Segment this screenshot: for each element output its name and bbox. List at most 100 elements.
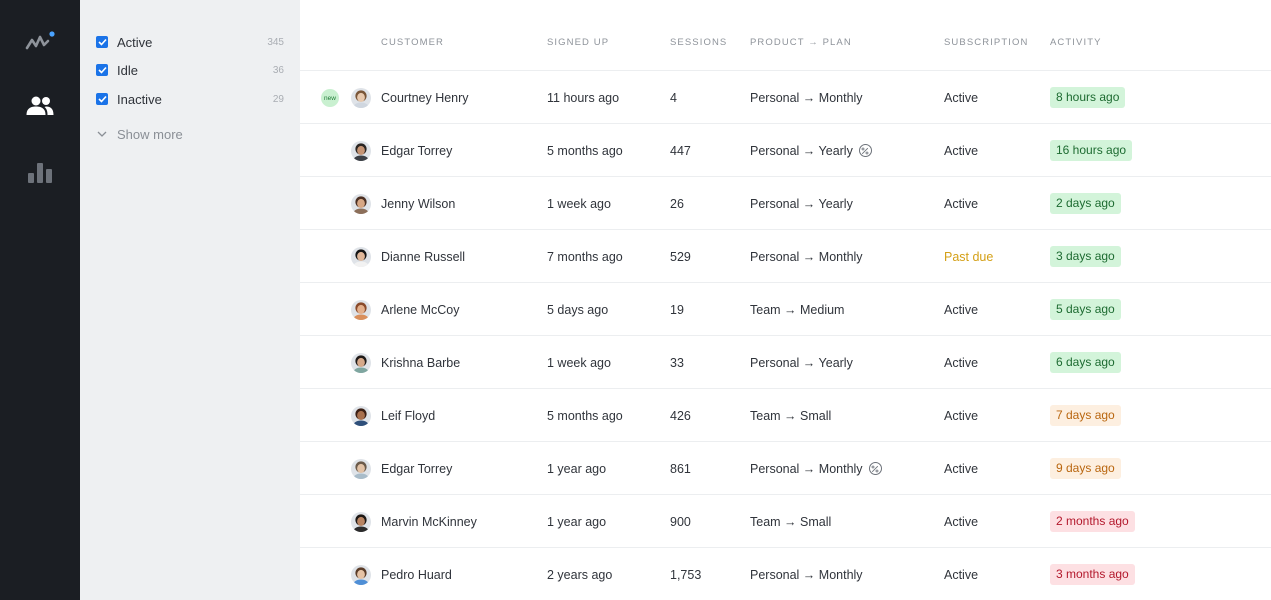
plan-value: Personal → Monthly	[750, 90, 863, 105]
activity-cell: 16 hours ago	[1050, 124, 1133, 177]
plan-cell: Personal → Yearly	[750, 177, 853, 230]
activity-cell: 2 months ago	[1050, 495, 1135, 548]
filter-panel: Active 345 Idle 36 Inactive 29 Show more	[80, 0, 300, 600]
customer-name[interactable]: Edgar Torrey	[381, 442, 452, 495]
activity-badge: 6 days ago	[1050, 352, 1121, 373]
signed-up-value: 5 months ago	[547, 143, 623, 158]
subscription-status: Past due	[944, 249, 994, 264]
column-header-signed-up[interactable]: SIGNED UP	[547, 37, 609, 48]
column-header-product-plan[interactable]: PRODUCT → PLAN	[750, 37, 852, 48]
new-badge: new	[321, 89, 339, 107]
sessions-value: 900	[670, 514, 691, 529]
subscription-status: Active	[944, 302, 979, 317]
sessions-value: 1,753	[670, 567, 702, 582]
table-row[interactable]: Jenny Wilson 1 week ago 26 Personal → Year…	[300, 177, 1271, 230]
sessions-value: 26	[670, 196, 684, 211]
filter-count: 345	[267, 36, 284, 48]
filter-active[interactable]: Active 345	[96, 32, 284, 52]
people-icon[interactable]	[20, 86, 60, 126]
customer-name[interactable]: Arlene McCoy	[381, 283, 460, 336]
activity-badge: 8 hours ago	[1050, 87, 1126, 108]
table-row[interactable]: Edgar Torrey 1 year ago 861 Personal → Mon…	[300, 442, 1271, 495]
table-row[interactable]: Edgar Torrey 5 months ago 447 Personal → Y…	[300, 124, 1271, 177]
sessions-value: 447	[670, 143, 691, 158]
discount-percent-icon	[858, 144, 872, 157]
plan-cell: Personal → Monthly	[750, 548, 863, 600]
avatar	[351, 512, 371, 532]
table-row[interactable]: Krishna Barbe 1 week ago 33 Personal → Yea…	[300, 336, 1271, 389]
avatar	[351, 406, 371, 426]
avatar	[351, 247, 371, 267]
customer-name[interactable]: Courtney Henry	[381, 71, 469, 124]
avatar	[351, 88, 371, 108]
signed-up-value: 11 hours ago	[547, 90, 620, 105]
plan-value: Personal → Yearly	[750, 355, 853, 370]
customer-name[interactable]: Krishna Barbe	[381, 336, 460, 389]
plan-cell: Personal → Monthly	[750, 442, 882, 495]
checkbox-checked-icon[interactable]	[96, 64, 108, 76]
table-row[interactable]: Arlene McCoy 5 days ago 19 Team → Medium Ac…	[300, 283, 1271, 336]
table-header: CUSTOMER SIGNED UP SESSIONS PRODUCT → PL…	[300, 0, 1271, 71]
pulse-logo-icon[interactable]	[20, 22, 60, 62]
plan-cell: Personal → Monthly	[750, 230, 863, 283]
customer-name[interactable]: Leif Floyd	[381, 389, 435, 442]
show-more-label: Show more	[117, 126, 183, 142]
subscription-status: Active	[944, 90, 979, 105]
column-header-subscription[interactable]: SUBSCRIPTION	[944, 37, 1028, 48]
activity-badge: 9 days ago	[1050, 458, 1121, 479]
activity-cell: 5 days ago	[1050, 283, 1121, 336]
checkbox-checked-icon[interactable]	[96, 36, 108, 48]
subscription-status: Active	[944, 567, 979, 582]
sessions-value: 19	[670, 302, 684, 317]
customer-name[interactable]: Jenny Wilson	[381, 177, 455, 230]
subscription-status: Active	[944, 355, 979, 370]
plan-value: Personal → Monthly	[750, 249, 863, 264]
customer-name[interactable]: Marvin McKinney	[381, 495, 477, 548]
plan-cell: Personal → Yearly	[750, 124, 872, 177]
checkbox-checked-icon[interactable]	[96, 93, 108, 105]
column-header-customer[interactable]: CUSTOMER	[381, 37, 444, 48]
table-row[interactable]: Marvin McKinney 1 year ago 900 Team → Smal…	[300, 495, 1271, 548]
bar-chart-icon[interactable]	[20, 152, 60, 192]
chevron-down-icon	[96, 125, 108, 143]
plan-value: Personal → Monthly	[750, 567, 863, 582]
table-row[interactable]: Leif Floyd 5 months ago 426 Team → Small Ac…	[300, 389, 1271, 442]
plan-value: Team → Small	[750, 514, 832, 529]
plan-value: Personal → Yearly	[750, 143, 853, 158]
discount-percent-icon	[868, 462, 882, 475]
filter-label: Inactive	[117, 91, 162, 107]
table-row[interactable]: Dianne Russell 7 months ago 529 Personal →…	[300, 230, 1271, 283]
signed-up-value: 1 year ago	[547, 514, 607, 529]
filter-inactive[interactable]: Inactive 29	[96, 89, 284, 109]
avatar	[351, 141, 371, 161]
subscription-status: Active	[944, 408, 979, 423]
plan-value: Personal → Monthly	[750, 461, 863, 476]
app-rail	[0, 0, 80, 600]
table-row[interactable]: new Courtney Henry 11 hours ago 4 Personal…	[300, 71, 1271, 124]
plan-cell: Team → Medium	[750, 283, 844, 336]
customers-table: CUSTOMER SIGNED UP SESSIONS PRODUCT → PL…	[300, 0, 1271, 600]
filter-idle[interactable]: Idle 36	[96, 60, 284, 80]
subscription-status: Active	[944, 514, 979, 529]
signed-up-value: 7 months ago	[547, 249, 623, 264]
customer-name[interactable]: Pedro Huard	[381, 548, 452, 600]
plan-cell: Personal → Monthly	[750, 71, 863, 124]
table-row[interactable]: Pedro Huard 2 years ago 1,753 Personal → M…	[300, 548, 1271, 600]
subscription-status: Active	[944, 196, 979, 211]
customer-name[interactable]: Dianne Russell	[381, 230, 465, 283]
plan-cell: Team → Small	[750, 389, 831, 442]
avatar	[351, 194, 371, 214]
activity-badge: 2 months ago	[1050, 511, 1135, 532]
column-header-activity[interactable]: ACTIVITY	[1050, 37, 1102, 48]
subscription-status: Active	[944, 143, 979, 158]
activity-badge: 5 days ago	[1050, 299, 1121, 320]
activity-badge: 7 days ago	[1050, 405, 1121, 426]
show-more-button[interactable]: Show more	[96, 124, 183, 144]
signed-up-value: 5 months ago	[547, 408, 623, 423]
customer-name[interactable]: Edgar Torrey	[381, 124, 452, 177]
subscription-status: Active	[944, 461, 979, 476]
signed-up-value: 1 week ago	[547, 355, 611, 370]
column-header-sessions[interactable]: SESSIONS	[670, 37, 727, 48]
activity-cell: 3 days ago	[1050, 230, 1121, 283]
activity-cell: 2 days ago	[1050, 177, 1121, 230]
